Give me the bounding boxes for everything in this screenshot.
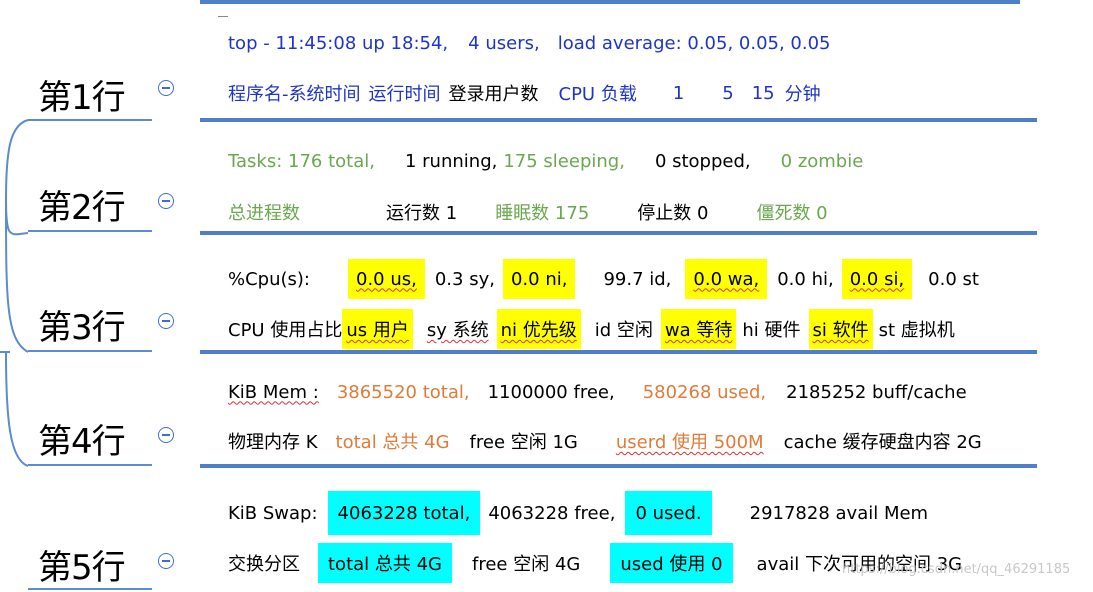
cpu-load-label: CPU 负载 — [558, 84, 637, 105]
mem-total-value: 3865520 total, — [336, 381, 470, 403]
swap-total-label: total 总共 4G — [318, 543, 453, 583]
row-5-label-underline — [28, 588, 152, 590]
cpu-us-value: 0.0 us, — [348, 259, 425, 299]
collapse-icon[interactable] — [158, 80, 174, 96]
row-4-line-2: 物理内存 K total 总共 4G free 空闲 1G userd 使用 5… — [228, 424, 982, 458]
hi-hardware-label: hi 硬件 — [742, 320, 801, 341]
swap-partition-label: 交换分区 — [228, 554, 300, 575]
load-15-label: 15 — [751, 82, 775, 104]
si-software-label: si 软件 — [808, 309, 873, 349]
row-5-label: 第5行 — [38, 548, 126, 588]
us-user-label: us 用户 — [342, 309, 413, 349]
row-1-line-2: 程序名-系统时间 运行时间 登录用户数 CPU 负载 1 5 15 分钟 — [228, 76, 821, 110]
sy-system-label: sy 系统 — [426, 320, 489, 341]
connector-branch-3 — [5, 199, 29, 353]
row-2-separator — [200, 231, 1037, 235]
row-2-label-underline — [28, 230, 152, 232]
id-idle-label: id 空闲 — [594, 320, 653, 341]
cpu-prefix-text: %Cpu(s): — [228, 268, 310, 290]
row-2-line-2: 总进程数 运行数 1 睡眠数 175 停止数 0 僵死数 0 — [228, 195, 828, 229]
load-1-label: 1 — [672, 82, 685, 104]
running-count-label: 运行数 1 — [386, 203, 458, 224]
mem-buff-cache-value: 2185252 buff/cache — [786, 381, 967, 403]
row-4-separator — [200, 464, 1037, 468]
connector-branch-2 — [5, 199, 29, 236]
cpu-ni-value: 0.0 ni, — [502, 259, 576, 299]
row-1-label: 第1行 — [38, 78, 126, 118]
swap-total-value: 4063228 total, — [327, 491, 481, 535]
cpu-sy-value: 0.3 sy, — [434, 268, 495, 290]
collapse-icon[interactable] — [158, 427, 174, 443]
wa-wait-label: wa 等待 — [660, 309, 737, 349]
zombie-count-label: 僵死数 0 — [756, 203, 828, 224]
row-4-label: 第4行 — [38, 422, 126, 462]
physical-mem-label: 物理内存 K — [228, 432, 318, 453]
swap-prefix-text: KiB Swap: — [228, 502, 318, 524]
top-uptime-text: top - 11:45:08 up 18:54, — [228, 32, 449, 54]
swap-used-value: 0 used. — [625, 491, 712, 535]
row-2-line-1: Tasks: 176 total, 1 running, 175 sleepin… — [228, 144, 863, 178]
row-3-separator — [200, 350, 1037, 354]
tasks-zombie-text: 0 zombie — [780, 150, 864, 172]
total-processes-label: 总进程数 — [228, 203, 300, 224]
cpu-st-value: 0.0 st — [928, 268, 979, 290]
minutes-label: 分钟 — [784, 84, 821, 105]
row-1-separator — [200, 118, 1037, 122]
load-5-label: 5 — [722, 82, 734, 104]
cpu-si-value: 0.0 si, — [841, 259, 913, 299]
mem-total-label: total 总共 4G — [335, 432, 450, 453]
cpu-hi-value: 0.0 hi, — [777, 268, 834, 290]
row-3-label: 第3行 — [38, 308, 126, 348]
row-3-line-1: %Cpu(s): 0.0 us, 0.3 sy, 0.0 ni, 99.7 id… — [228, 259, 979, 299]
row-5-line-1: KiB Swap: 4063228 total, 4063228 free, 0… — [228, 491, 929, 535]
swap-used-label: used 使用 0 — [610, 543, 733, 583]
mem-free-label: free 空闲 1G — [469, 432, 578, 453]
row-2-label: 第2行 — [38, 188, 126, 228]
mem-prefix-text: KiB Mem : — [228, 381, 319, 403]
collapse-icon[interactable] — [158, 313, 174, 329]
tasks-total-text: Tasks: 176 total, — [228, 150, 375, 172]
uptime-label: 运行时间 — [368, 84, 441, 105]
top-separator — [200, 0, 1020, 4]
mem-cache-label: cache 缓存硬盘内容 2G — [783, 432, 982, 453]
mem-used-value: 580268 used, — [642, 381, 767, 403]
cpu-usage-label: CPU 使用占比 — [228, 320, 343, 341]
avail-mem-value: 2917828 avail Mem — [749, 502, 929, 524]
cpu-wa-value: 0.0 wa, — [685, 259, 768, 299]
ni-priority-label: ni 优先级 — [496, 309, 581, 349]
load-average-text: load average: 0.05, 0.05, 0.05 — [557, 32, 831, 54]
swap-free-value: 4063228 free, — [488, 502, 616, 524]
row-3-label-underline — [28, 350, 152, 352]
collapse-icon[interactable] — [158, 553, 174, 569]
login-users-label: 登录用户数 — [448, 84, 539, 105]
tasks-sleeping-text: 175 sleeping, — [503, 150, 625, 172]
collapse-icon[interactable] — [158, 193, 174, 209]
connector-branch-4 — [5, 351, 29, 467]
stopped-count-label: 停止数 0 — [637, 203, 709, 224]
row-3-line-2: CPU 使用占比 us 用户 sy 系统 ni 优先级 id 空闲 wa 等待 … — [228, 309, 955, 349]
tasks-running-text: 1 running, — [404, 150, 498, 172]
users-text: 4 users, — [468, 32, 540, 54]
tasks-stopped-text: 0 stopped, — [654, 150, 751, 172]
mem-free-value: 1100000 free, — [487, 381, 615, 403]
connector-branch-1 — [5, 119, 29, 201]
program-time-label: 程序名-系统时间 — [228, 84, 361, 105]
sleeping-count-label: 睡眠数 175 — [495, 203, 590, 224]
row-4-line-1: KiB Mem : 3865520 total, 1100000 free, 5… — [228, 375, 967, 409]
row-4-label-underline — [28, 464, 152, 466]
swap-free-label: free 空闲 4G — [472, 554, 581, 575]
cpu-id-value: 99.7 id, — [603, 268, 672, 290]
row-1-label-underline — [28, 119, 152, 121]
st-virtual-label: st 虚拟机 — [878, 320, 955, 341]
row-1-line-1: top - 11:45:08 up 18:54, 4 users, load a… — [228, 26, 831, 60]
watermark-url: https://blog.csdn.net/qq_46291185 — [842, 562, 1071, 577]
mem-used-label: userd 使用 500M — [615, 432, 764, 453]
decorative-tick — [218, 16, 228, 17]
